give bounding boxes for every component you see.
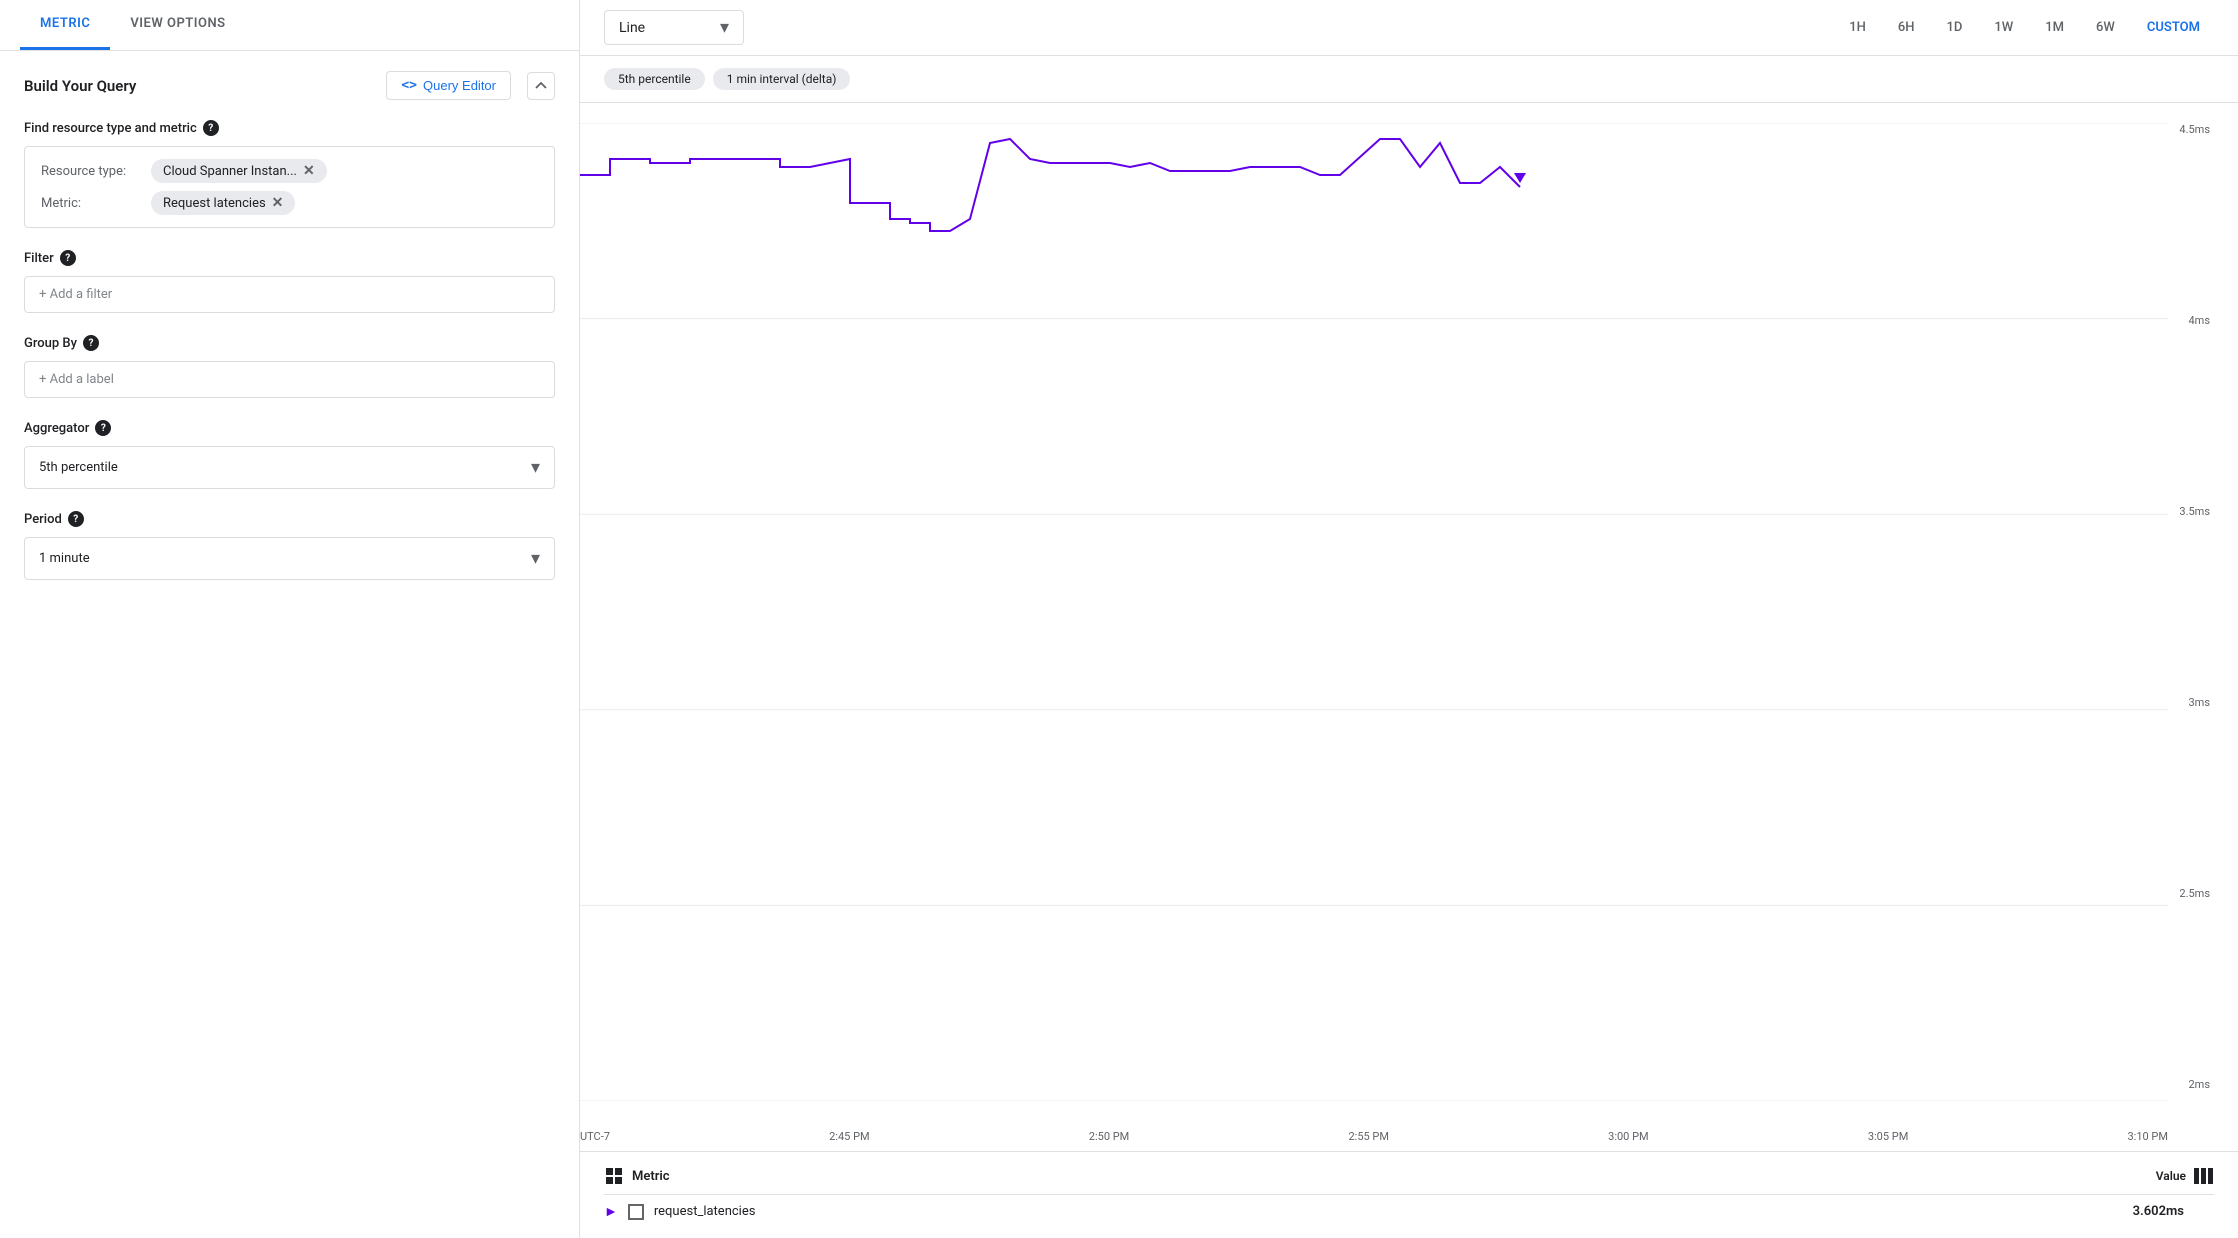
filter-chip-percentile[interactable]: 5th percentile (604, 68, 705, 90)
legend-line-arrow-icon: ► (604, 1203, 618, 1220)
time-btn-1m[interactable]: 1M (2031, 14, 2078, 41)
legend-row: ► request_latencies 3.602ms (604, 1195, 2214, 1228)
group-by-section: Group By ? + Add a label (24, 335, 555, 398)
legend-value-col-header: Value (2156, 1169, 2186, 1183)
legend-metric-square-icon (628, 1204, 644, 1220)
legend-header: Metric Value (604, 1162, 2214, 1195)
group-by-help-icon[interactable]: ? (83, 335, 99, 351)
legend-metric-name-text: request_latencies (654, 1204, 756, 1219)
chart-toolbar: Line ▾ 1H 6H 1D 1W 1M 6W CUSTOM (580, 0, 2238, 56)
metric-label: Metric: (41, 196, 141, 211)
tab-view-options[interactable]: VIEW OPTIONS (110, 0, 245, 50)
metric-close-icon[interactable]: ✕ (272, 195, 284, 211)
aggregator-section: Aggregator ? 5th percentile ▾ (24, 420, 555, 489)
aggregator-help-icon[interactable]: ? (95, 420, 111, 436)
time-btn-1h[interactable]: 1H (1835, 14, 1880, 41)
grid-icon (604, 1166, 624, 1186)
time-btn-1w[interactable]: 1W (1980, 14, 2027, 41)
filter-section: Filter ? + Add a filter (24, 250, 555, 313)
find-resource-section: Find resource type and metric ? Resource… (24, 120, 555, 228)
resource-type-chip[interactable]: Cloud Spanner Instan... ✕ (151, 159, 327, 183)
legend-metric-value: 3.602ms (2133, 1204, 2184, 1219)
aggregator-chevron-icon: ▾ (531, 457, 540, 478)
legend-area: Metric Value ► (580, 1151, 2238, 1238)
time-btn-6h[interactable]: 6H (1884, 14, 1929, 41)
time-range-group: 1H 6H 1D 1W 1M 6W CUSTOM (1835, 14, 2214, 41)
metric-chip[interactable]: Request latencies ✕ (151, 191, 295, 215)
aggregator-select[interactable]: 5th percentile ▾ (24, 446, 555, 489)
group-by-add-input[interactable]: + Add a label (24, 361, 555, 398)
chart-area: 4.5ms 4ms 3.5ms 3ms 2.5ms 2ms (580, 103, 2238, 1151)
filter-chip-interval[interactable]: 1 min interval (delta) (713, 68, 851, 90)
chart-filters-row: 5th percentile 1 min interval (delta) (580, 56, 2238, 103)
period-chevron-icon: ▾ (531, 548, 540, 569)
period-select[interactable]: 1 minute ▾ (24, 537, 555, 580)
y-axis-labels: 4.5ms 4ms 3.5ms 3ms 2.5ms 2ms (2179, 123, 2210, 1091)
bars-icon (2194, 1168, 2214, 1184)
filter-add-input[interactable]: + Add a filter (24, 276, 555, 313)
filter-label: Filter (24, 251, 54, 266)
resource-type-label: Resource type: (41, 164, 141, 179)
time-btn-custom[interactable]: CUSTOM (2133, 14, 2214, 41)
line-chart-svg (580, 123, 2168, 1101)
find-resource-label: Find resource type and metric (24, 121, 197, 136)
resource-box: Resource type: Cloud Spanner Instan... ✕… (24, 146, 555, 228)
code-icon: <> (401, 78, 417, 93)
resource-type-close-icon[interactable]: ✕ (303, 163, 315, 179)
group-by-label: Group By (24, 336, 77, 351)
period-help-icon[interactable]: ? (68, 511, 84, 527)
time-btn-1d[interactable]: 1D (1933, 14, 1977, 41)
filter-help-icon[interactable]: ? (60, 250, 76, 266)
period-section: Period ? 1 minute ▾ (24, 511, 555, 580)
build-query-title: Build Your Query (24, 77, 136, 95)
legend-metric-col-header: Metric (632, 1169, 670, 1184)
collapse-button[interactable] (527, 72, 555, 100)
tab-metric[interactable]: METRIC (20, 0, 110, 50)
aggregator-label: Aggregator (24, 421, 89, 436)
time-btn-6w[interactable]: 6W (2082, 14, 2129, 41)
chart-type-chevron-icon: ▾ (720, 17, 729, 38)
period-label: Period (24, 512, 62, 527)
x-axis-labels: UTC-7 2:45 PM 2:50 PM 2:55 PM 3:00 PM 3:… (580, 1130, 2168, 1143)
find-resource-help-icon[interactable]: ? (203, 120, 219, 136)
query-editor-button[interactable]: <> Query Editor (386, 71, 511, 100)
chart-type-select[interactable]: Line ▾ (604, 10, 744, 45)
